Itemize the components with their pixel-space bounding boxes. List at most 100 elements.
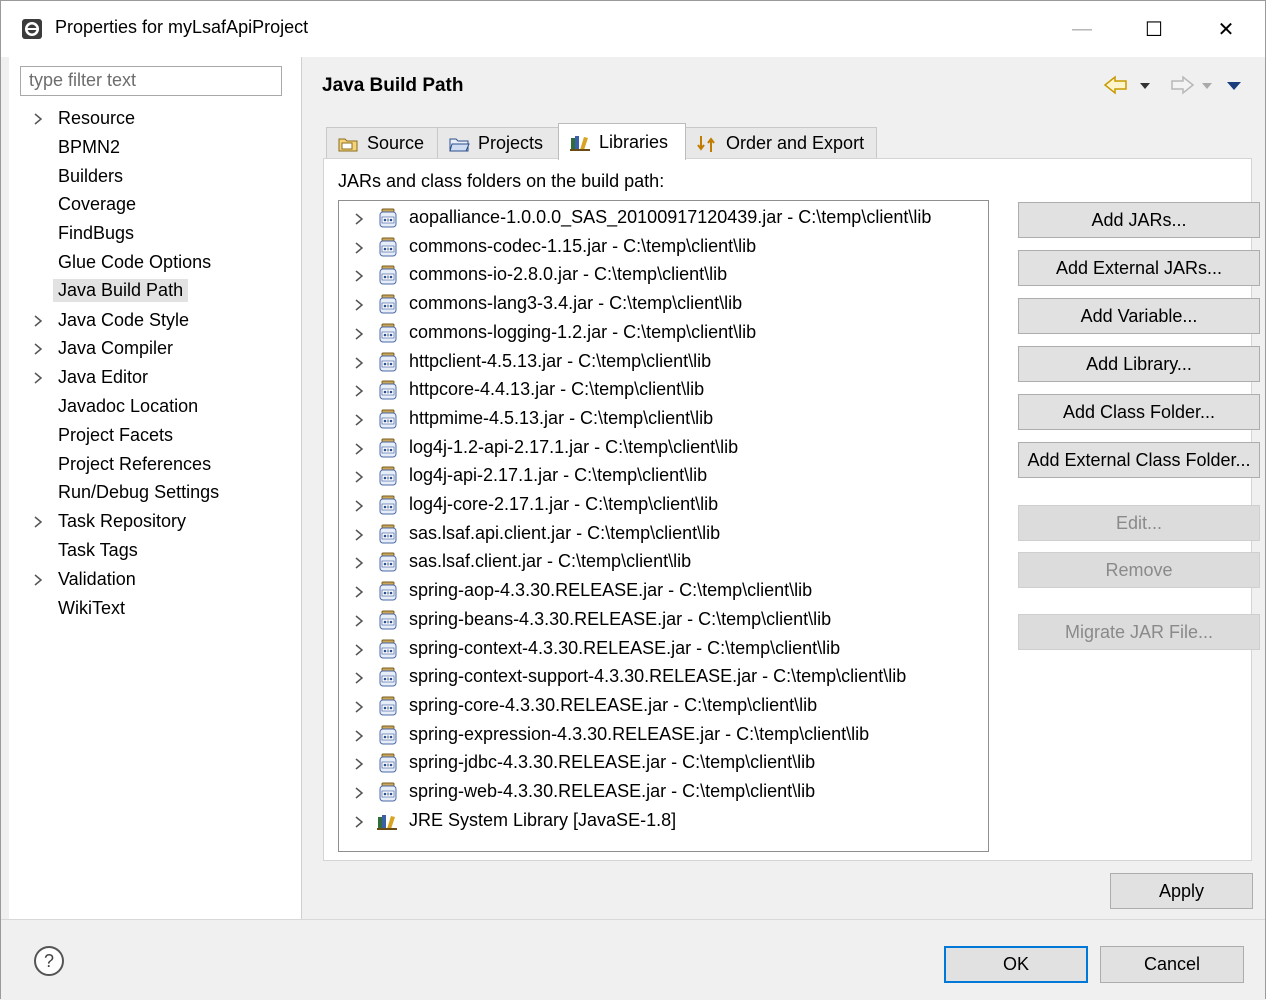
edit-button[interactable]: Edit... [1018,505,1260,541]
chevron-right-icon[interactable] [31,371,45,385]
close-button[interactable]: ✕ [1195,1,1257,57]
tab-order-and-export[interactable]: Order and Export [685,127,877,159]
jar-entry-label: commons-lang3-3.4.jar - C:\temp\client\l… [409,293,743,314]
chevron-right-icon[interactable] [353,557,365,569]
sidebar-item-glue-code-options[interactable]: Glue Code Options [9,249,301,277]
list-item[interactable]: spring-context-support-4.3.30.RELEASE.ja… [339,663,988,692]
chevron-right-icon[interactable] [353,471,365,483]
list-item[interactable]: sas.lsaf.client.jar - C:\temp\client\lib [339,548,988,577]
add-external-jars-button[interactable]: Add External JARs... [1018,250,1260,286]
list-item[interactable]: commons-logging-1.2.jar - C:\temp\client… [339,319,988,348]
cancel-button[interactable]: Cancel [1100,946,1244,983]
sidebar-item-resource[interactable]: Resource [9,105,301,133]
list-item[interactable]: spring-aop-4.3.30.RELEASE.jar - C:\temp\… [339,577,988,606]
view-menu-icon[interactable] [1226,73,1242,97]
chevron-right-icon[interactable] [353,500,365,512]
chevron-right-icon[interactable] [353,758,365,770]
ok-button[interactable]: OK [944,946,1088,983]
chevron-right-icon[interactable] [353,672,365,684]
list-item[interactable]: spring-beans-4.3.30.RELEASE.jar - C:\tem… [339,606,988,635]
filter-input[interactable]: type filter text [20,66,282,96]
chevron-right-icon[interactable] [353,701,365,713]
sidebar-item-task-tags[interactable]: Task Tags [9,537,301,565]
chevron-right-icon[interactable] [353,787,365,799]
forward-arrow-icon[interactable] [1164,73,1196,97]
library-list[interactable]: aopalliance-1.0.0.0_SAS_20100917120439.j… [338,200,989,852]
list-item[interactable]: commons-lang3-3.4.jar - C:\temp\client\l… [339,290,988,319]
list-item[interactable]: commons-codec-1.15.jar - C:\temp\client\… [339,233,988,262]
chevron-right-icon[interactable] [31,515,45,529]
list-item[interactable]: httpclient-4.5.13.jar - C:\temp\client\l… [339,348,988,377]
chevron-right-icon[interactable] [353,242,365,254]
add-variable-button[interactable]: Add Variable... [1018,298,1260,334]
sidebar-item-builders[interactable]: Builders [9,163,301,191]
minimize-button[interactable]: — [1051,1,1113,57]
chevron-right-icon[interactable] [353,299,365,311]
chevron-right-icon[interactable] [353,356,365,369]
chevron-right-icon[interactable] [353,730,365,742]
chevron-right-icon[interactable] [31,573,45,587]
chevron-right-icon[interactable] [31,342,45,356]
chevron-right-icon[interactable] [353,414,365,426]
libraries-panel: JARs and class folders on the build path… [323,158,1260,861]
migrate-jar-file-button[interactable]: Migrate JAR File... [1018,614,1260,650]
sidebar-item-coverage[interactable]: Coverage [9,191,301,219]
apply-button[interactable]: Apply [1110,873,1253,909]
chevron-right-icon[interactable] [353,385,365,397]
sidebar-item-run-debug-settings[interactable]: Run/Debug Settings [9,479,301,507]
help-icon[interactable]: ? [33,945,65,977]
list-item[interactable]: spring-web-4.3.30.RELEASE.jar - C:\temp\… [339,778,988,807]
list-item[interactable]: httpmime-4.5.13.jar - C:\temp\client\lib [339,405,988,434]
back-arrow-icon[interactable] [1102,73,1134,97]
sidebar-item-findbugs[interactable]: FindBugs [9,220,301,248]
list-item[interactable]: aopalliance-1.0.0.0_SAS_20100917120439.j… [339,204,988,233]
list-item[interactable]: log4j-1.2-api-2.17.1.jar - C:\temp\clien… [339,434,988,463]
chevron-right-icon[interactable] [353,443,365,455]
list-item[interactable]: httpcore-4.4.13.jar - C:\temp\client\lib [339,376,988,405]
sidebar-item-label: Project Facets [58,424,174,445]
chevron-right-icon[interactable] [353,328,365,340]
sidebar-item-project-facets[interactable]: Project Facets [9,422,301,450]
sidebar-item-java-build-path[interactable]: Java Build Path [9,278,301,306]
back-dropdown-icon[interactable] [1138,73,1152,97]
list-item[interactable]: spring-context-4.3.30.RELEASE.jar - C:\t… [339,635,988,664]
add-library-button[interactable]: Add Library... [1018,346,1260,382]
chevron-right-icon[interactable] [31,314,45,328]
chevron-right-icon[interactable] [353,615,365,627]
sidebar-item-bpmn2[interactable]: BPMN2 [9,134,301,162]
sidebar-item-label: Javadoc Location [58,396,199,416]
add-external-class-folder-button[interactable]: Add External Class Folder... [1018,442,1260,478]
list-item[interactable]: spring-expression-4.3.30.RELEASE.jar - C… [339,721,988,750]
chevron-right-icon[interactable] [353,529,365,541]
tab-libraries[interactable]: Libraries [558,123,686,160]
remove-button[interactable]: Remove [1018,552,1260,588]
list-item[interactable]: spring-core-4.3.30.RELEASE.jar - C:\temp… [339,692,988,721]
add-class-folder-button[interactable]: Add Class Folder... [1018,394,1260,430]
jar-file-icon [379,265,397,285]
chevron-right-icon[interactable] [353,586,365,598]
sidebar-item-java-editor[interactable]: Java Editor [9,364,301,392]
tab-projects[interactable]: Projects [437,127,559,159]
maximize-button[interactable]: ☐ [1123,1,1185,57]
forward-dropdown-icon[interactable] [1200,73,1214,97]
list-item[interactable]: sas.lsaf.api.client.jar - C:\temp\client… [339,520,988,549]
chevron-right-icon[interactable] [353,643,365,656]
sidebar-item-validation[interactable]: Validation [9,566,301,594]
jre-library-item[interactable]: JRE System Library [JavaSE-1.8] [339,807,988,836]
list-item[interactable]: log4j-core-2.17.1.jar - C:\temp\client\l… [339,491,988,520]
add-jars-button[interactable]: Add JARs... [1018,202,1260,238]
sidebar-item-wikitext[interactable]: WikiText [9,595,301,623]
list-item[interactable]: spring-jdbc-4.3.30.RELEASE.jar - C:\temp… [339,749,988,778]
tab-source[interactable]: Source [326,127,438,159]
sidebar-item-java-compiler[interactable]: Java Compiler [9,335,301,363]
chevron-right-icon[interactable] [353,213,365,225]
chevron-right-icon[interactable] [31,112,45,126]
sidebar-item-task-repository[interactable]: Task Repository [9,508,301,536]
chevron-right-icon[interactable] [353,816,365,828]
list-item[interactable]: commons-io-2.8.0.jar - C:\temp\client\li… [339,261,988,290]
sidebar-item-java-code-style[interactable]: Java Code Style [9,307,301,335]
chevron-right-icon[interactable] [353,270,365,282]
list-item[interactable]: log4j-api-2.17.1.jar - C:\temp\client\li… [339,462,988,491]
sidebar-item-javadoc-location[interactable]: Javadoc Location [9,393,301,421]
sidebar-item-project-references[interactable]: Project References [9,451,301,479]
